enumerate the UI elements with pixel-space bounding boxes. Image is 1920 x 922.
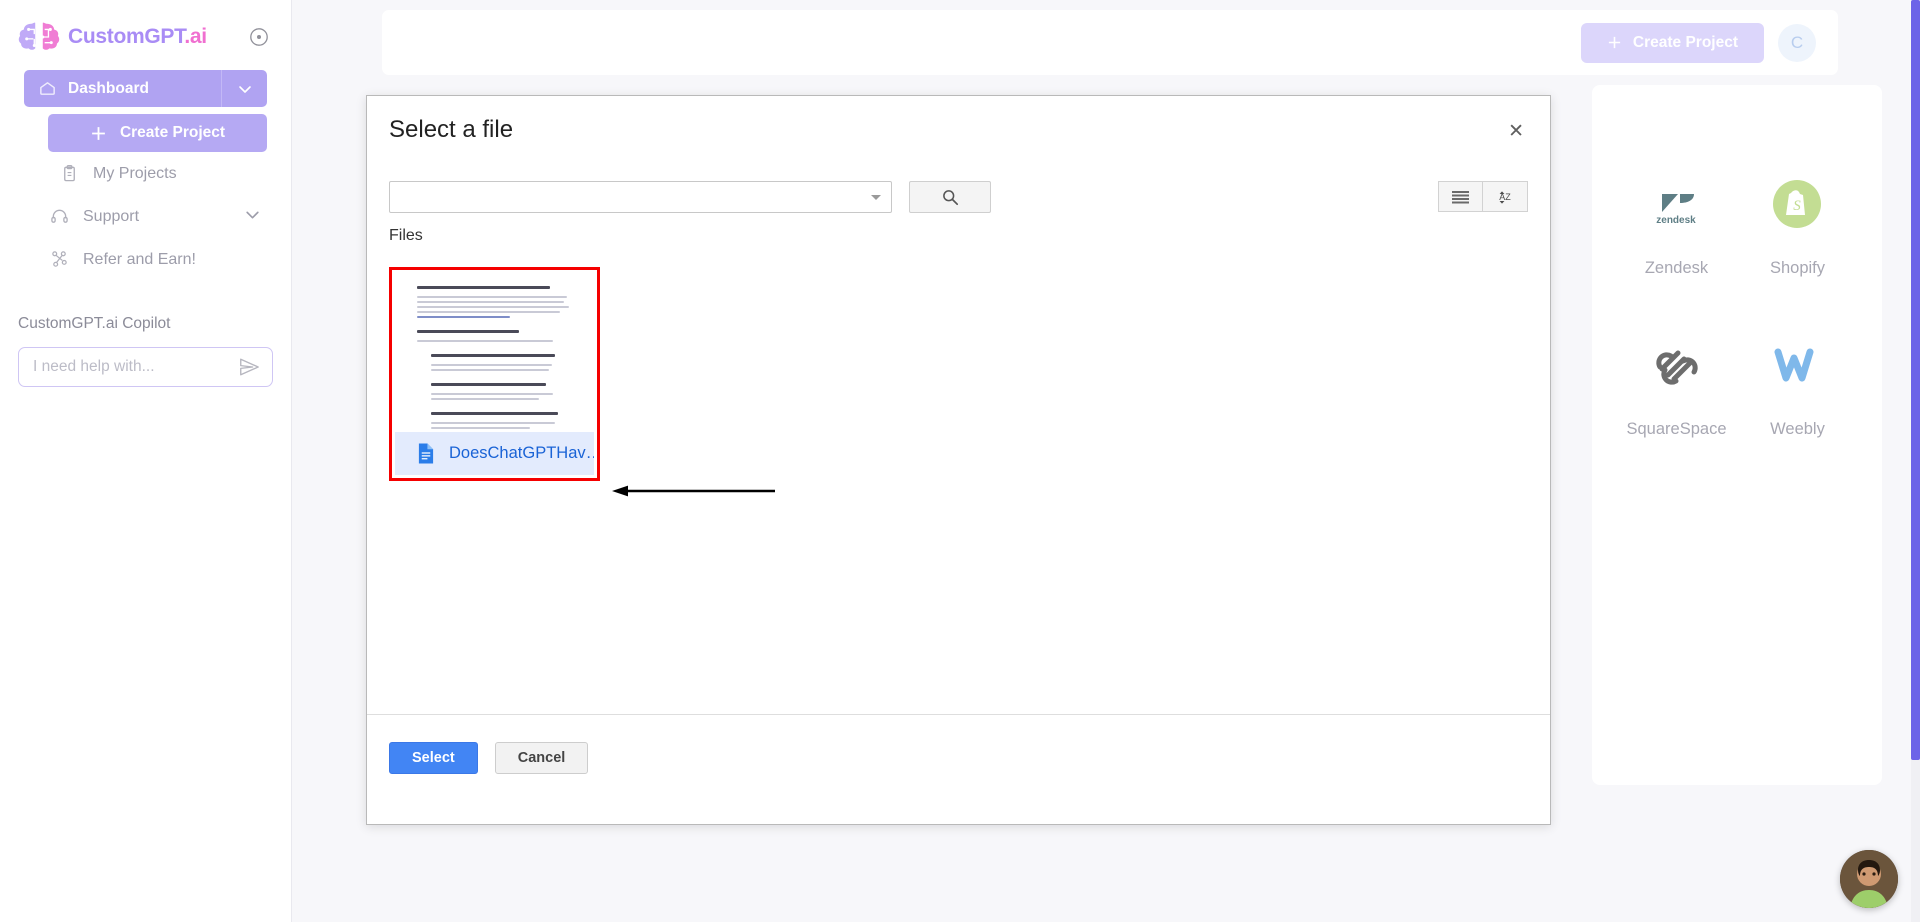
file-card-footer[interactable]: DoesChatGPTHav…	[395, 432, 594, 475]
copilot-input[interactable]: I need help with...	[33, 358, 238, 376]
file-name: DoesChatGPTHav…	[448, 444, 594, 462]
chevron-down-icon	[238, 85, 251, 93]
file-card[interactable]: DoesChatGPTHav…	[389, 267, 600, 481]
sidebar: CustomGPT.ai Dashboard Create Project My…	[0, 0, 292, 922]
dashboard-main[interactable]: Dashboard	[24, 70, 221, 107]
create-project-button[interactable]: Create Project	[1580, 22, 1764, 63]
integration-name: Shopify	[1769, 259, 1826, 277]
integration-name: Weebly	[1770, 420, 1825, 438]
brain-logo-icon	[18, 22, 60, 50]
copilot-title: CustomGPT.ai Copilot	[18, 315, 171, 332]
weebly-logo	[1770, 336, 1824, 394]
files-section-label: Files	[389, 227, 423, 244]
headset-icon	[51, 209, 68, 223]
search-icon	[943, 189, 959, 205]
sidebar-item-support[interactable]: Support	[24, 195, 267, 238]
chevron-down-icon	[246, 211, 259, 218]
sidebar-item-label: Refer and Earn!	[83, 250, 196, 268]
sidebar-item-label: My Projects	[93, 164, 177, 182]
home-icon	[40, 82, 55, 95]
file-filter-select[interactable]	[389, 180, 892, 213]
sidebar-nav: Dashboard Create Project My Projects Sup…	[0, 64, 291, 281]
info-circle-icon[interactable]	[249, 27, 269, 47]
top-bar: Create Project C	[382, 10, 1838, 75]
dialog-header: Select a file ✕	[367, 96, 1550, 164]
view-mode-group: AZ	[1438, 181, 1528, 212]
sidebar-create-project-label: Create Project	[119, 124, 226, 141]
integrations-panel: zendesk Zendesk S Shopify SquareSpace We…	[1592, 85, 1882, 785]
list-view-button[interactable]	[1438, 181, 1483, 212]
brand-header[interactable]: CustomGPT.ai	[0, 0, 291, 64]
shopify-logo: S	[1771, 175, 1823, 233]
svg-text:S: S	[1794, 198, 1802, 214]
sidebar-item-my-projects[interactable]: My Projects	[24, 152, 267, 195]
support-expand-toggle[interactable]	[244, 206, 261, 228]
brand-name: CustomGPT.ai	[68, 25, 207, 49]
chevron-down-icon	[871, 194, 881, 200]
dialog-toolbar: AZ	[367, 164, 1550, 229]
copilot-input-wrapper[interactable]: I need help with...	[18, 347, 273, 387]
integrations-grid: zendesk Zendesk S Shopify SquareSpace We…	[1592, 85, 1882, 439]
files-grid: DoesChatGPTHav…	[367, 245, 1550, 715]
dialog-footer: Select Cancel	[367, 715, 1550, 801]
list-view-icon	[1452, 190, 1469, 203]
sidebar-item-label: Support	[83, 207, 140, 225]
file-thumbnail	[395, 273, 594, 438]
select-button[interactable]: Select	[389, 742, 478, 774]
plus-icon	[92, 126, 105, 140]
create-project-label: Create Project	[1632, 33, 1738, 51]
scrollbar-thumb[interactable]	[1911, 0, 1920, 760]
cancel-button[interactable]: Cancel	[494, 742, 589, 774]
integration-name: SquareSpace	[1626, 420, 1727, 438]
sort-az-button[interactable]: AZ	[1483, 181, 1528, 212]
avatar-initial: C	[1790, 32, 1804, 52]
plus-icon	[1608, 36, 1621, 49]
sidebar-item-dashboard[interactable]: Dashboard	[24, 70, 267, 107]
select-file-dialog: Select a file ✕ AZ Files DoesChatGPTHav……	[366, 95, 1551, 825]
zendesk-logo: zendesk	[1652, 175, 1700, 233]
sidebar-item-refer-and-earn[interactable]: Refer and Earn!	[24, 238, 267, 281]
integration-zendesk[interactable]: zendesk Zendesk	[1645, 175, 1708, 278]
integration-squarespace[interactable]: SquareSpace	[1627, 336, 1727, 439]
close-icon[interactable]: ✕	[1502, 118, 1530, 145]
squarespace-logo	[1650, 336, 1704, 394]
svg-text:zendesk: zendesk	[1657, 215, 1697, 226]
integration-shopify[interactable]: S Shopify	[1770, 175, 1825, 278]
sidebar-create-project-button[interactable]: Create Project	[48, 114, 267, 152]
document-icon	[418, 443, 434, 464]
search-button[interactable]	[909, 180, 991, 213]
sort-az-icon: AZ	[1499, 190, 1511, 204]
clipboard-icon	[64, 165, 75, 182]
left-arrow-annotation	[612, 485, 775, 497]
page-scrollbar[interactable]	[1911, 0, 1920, 922]
brand-name-primary: CustomGPT	[68, 25, 185, 48]
user-avatar[interactable]: C	[1778, 23, 1816, 62]
app-root: Create Project C zendesk Zendesk S Shopi…	[0, 0, 1920, 922]
send-icon[interactable]	[238, 356, 260, 378]
share-icon	[52, 251, 67, 267]
dashboard-expand-toggle[interactable]	[221, 70, 267, 107]
support-chat-avatar[interactable]	[1840, 850, 1898, 908]
brand-name-suffix: .ai	[184, 25, 207, 48]
integration-name: Zendesk	[1644, 259, 1709, 277]
dialog-title: Select a file	[389, 116, 514, 143]
integration-weebly[interactable]: Weebly	[1770, 336, 1825, 439]
sidebar-item-label: Dashboard	[68, 79, 149, 97]
